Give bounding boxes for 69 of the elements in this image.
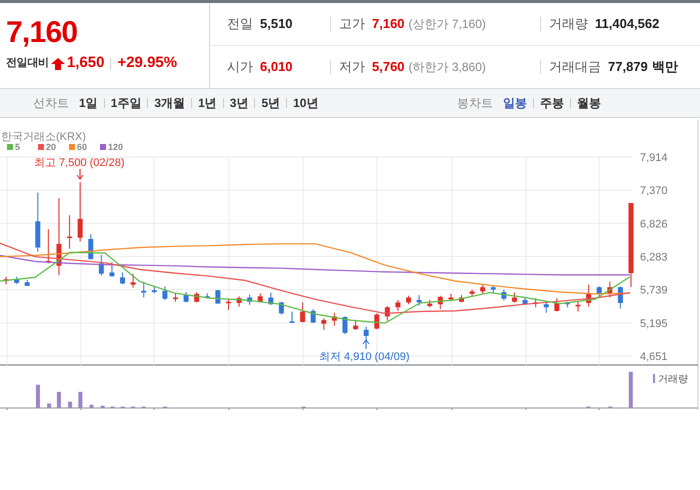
legend-label: 5 <box>15 142 20 152</box>
stat-label: 고가 <box>339 15 365 34</box>
exchange-label: 한국거래소(KRX) <box>1 131 86 143</box>
candlestick <box>544 301 549 314</box>
period-tab[interactable]: 일봉 <box>503 94 527 112</box>
current-price: 7,160 <box>6 16 78 50</box>
change-rate: +29.95% <box>117 53 178 74</box>
candlestick <box>618 286 623 309</box>
candlestick <box>162 286 168 300</box>
stat-note: (상한가 7,160) <box>408 16 486 33</box>
stat-unit: 백만 <box>652 58 678 76</box>
candlestick <box>78 182 83 242</box>
candlestick <box>416 294 422 306</box>
candlestick <box>395 299 400 312</box>
candlestick <box>109 262 114 278</box>
candlestick <box>512 292 517 303</box>
price-axis-label: 6,826 <box>640 218 668 230</box>
candlestick <box>353 320 358 330</box>
candlestick <box>67 214 72 250</box>
stat-value: 7,160 <box>372 15 405 34</box>
period-tab[interactable]: 주봉 <box>540 94 564 112</box>
candlestick <box>226 298 231 310</box>
stat-value: 6,010 <box>260 58 293 76</box>
candlestick <box>184 292 189 303</box>
stat-value: 5,510 <box>260 15 293 34</box>
period-tab[interactable]: 5년 <box>261 94 280 112</box>
stat-value: 77,879 <box>608 58 648 76</box>
candlestick <box>215 290 220 304</box>
chart-type-label: 선차트 <box>33 95 69 112</box>
period-tab[interactable]: 1주일 <box>110 94 142 112</box>
candlestick <box>374 312 380 330</box>
stat-label: 전일 <box>227 15 253 34</box>
legend-label: 120 <box>108 142 124 152</box>
stat-label: 거래대금 <box>549 58 601 76</box>
stat-label: 거래량 <box>549 15 588 34</box>
stat-note: (하한가 3,860) <box>408 59 486 76</box>
period-tab[interactable]: 3년 <box>230 94 248 112</box>
high-price-annotation: 최고 7,500 (02/28) <box>34 157 124 169</box>
price-axis-label: 5,739 <box>640 284 668 297</box>
candlestick <box>554 298 560 312</box>
candlestick <box>120 272 126 285</box>
candlestick <box>300 302 306 324</box>
change-label: 전일대비 <box>6 56 49 72</box>
price-axis-label: 4,651 <box>640 351 668 363</box>
legend-label: 20 <box>46 142 56 152</box>
price-axis-label: 7,914 <box>640 152 668 164</box>
candlestick <box>576 301 581 312</box>
price-axis-label: 6,283 <box>640 251 668 264</box>
period-tab[interactable]: 3개월 <box>154 94 186 112</box>
price-axis-label: 5,195 <box>640 318 668 330</box>
stat-value: 5,760 <box>372 58 405 76</box>
candlestick <box>596 286 602 298</box>
low-price-annotation: 최저 4,910 (04/09) <box>319 351 410 363</box>
legend-label: 60 <box>77 142 88 152</box>
change-amount: 1,650 <box>66 53 104 74</box>
stat-value: 11,404,562 <box>595 15 660 34</box>
stat-label: 시가 <box>227 58 253 76</box>
candlestick <box>342 316 348 335</box>
candlestick <box>321 318 326 330</box>
period-tab[interactable]: 10년 <box>293 94 318 112</box>
candlestick <box>480 284 486 294</box>
period-tab[interactable]: 1일 <box>79 94 98 112</box>
period-tab[interactable]: 월봉 <box>577 94 601 112</box>
stat-label: 저가 <box>339 58 365 76</box>
volume-legend-label: 거래량 <box>658 374 688 385</box>
down-arrow-icon <box>76 168 84 180</box>
chart-type-label: 봉차트 <box>457 95 493 112</box>
price-axis-label: 7,370 <box>640 185 668 198</box>
period-tab[interactable]: 1년 <box>198 94 217 112</box>
